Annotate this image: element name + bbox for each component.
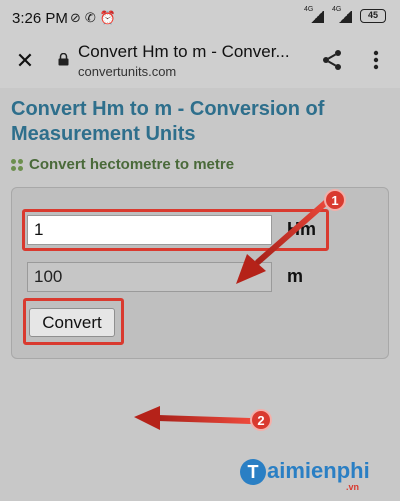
metre-output[interactable] <box>27 262 272 292</box>
status-icons: ⊘✆⏰ <box>70 10 120 26</box>
no-sim-icon: ⊘ <box>70 10 85 25</box>
step-badge-2: 2 <box>250 409 272 431</box>
signal-icon: 4G <box>332 6 354 23</box>
lock-icon <box>58 53 69 66</box>
status-right: 4G 4G 45 <box>304 6 386 23</box>
alarm-icon: ⏰ <box>99 10 120 25</box>
status-bar: 3:26 PM ⊘✆⏰ 4G 4G 45 <box>0 0 400 36</box>
share-icon[interactable] <box>320 48 344 72</box>
output-unit-label: m <box>287 266 304 286</box>
browser-header: ✕ Convert Hm to m - Conver... convertuni… <box>0 36 400 88</box>
close-icon[interactable]: ✕ <box>12 48 38 74</box>
dots-icon <box>11 158 23 171</box>
call-icon: ✆ <box>84 10 100 25</box>
browser-page-title: Convert Hm to m - Conver... <box>78 42 290 61</box>
more-vert-icon[interactable] <box>368 48 384 72</box>
section-title-text: Convert hectometre to metre <box>29 156 235 173</box>
step-badge-1: 1 <box>324 189 346 211</box>
watermark-logo: T aimienphi .vn <box>240 458 370 492</box>
battery-icon: 45 <box>360 9 386 23</box>
status-time: 3:26 PM <box>12 10 68 27</box>
watermark-sub: .vn <box>346 482 360 492</box>
browser-url[interactable]: convertunits.com <box>78 64 176 79</box>
signal-icon: 4G <box>304 6 326 23</box>
watermark-logo-letter: T <box>240 459 266 485</box>
highlight-box-convert <box>23 298 124 345</box>
watermark-text: aimienphi <box>267 458 370 483</box>
page-heading: Convert Hm to m - Conversion of Measurem… <box>11 98 325 145</box>
highlight-box-input <box>22 209 329 251</box>
section-title: Convert hectometre to metre <box>11 156 234 173</box>
